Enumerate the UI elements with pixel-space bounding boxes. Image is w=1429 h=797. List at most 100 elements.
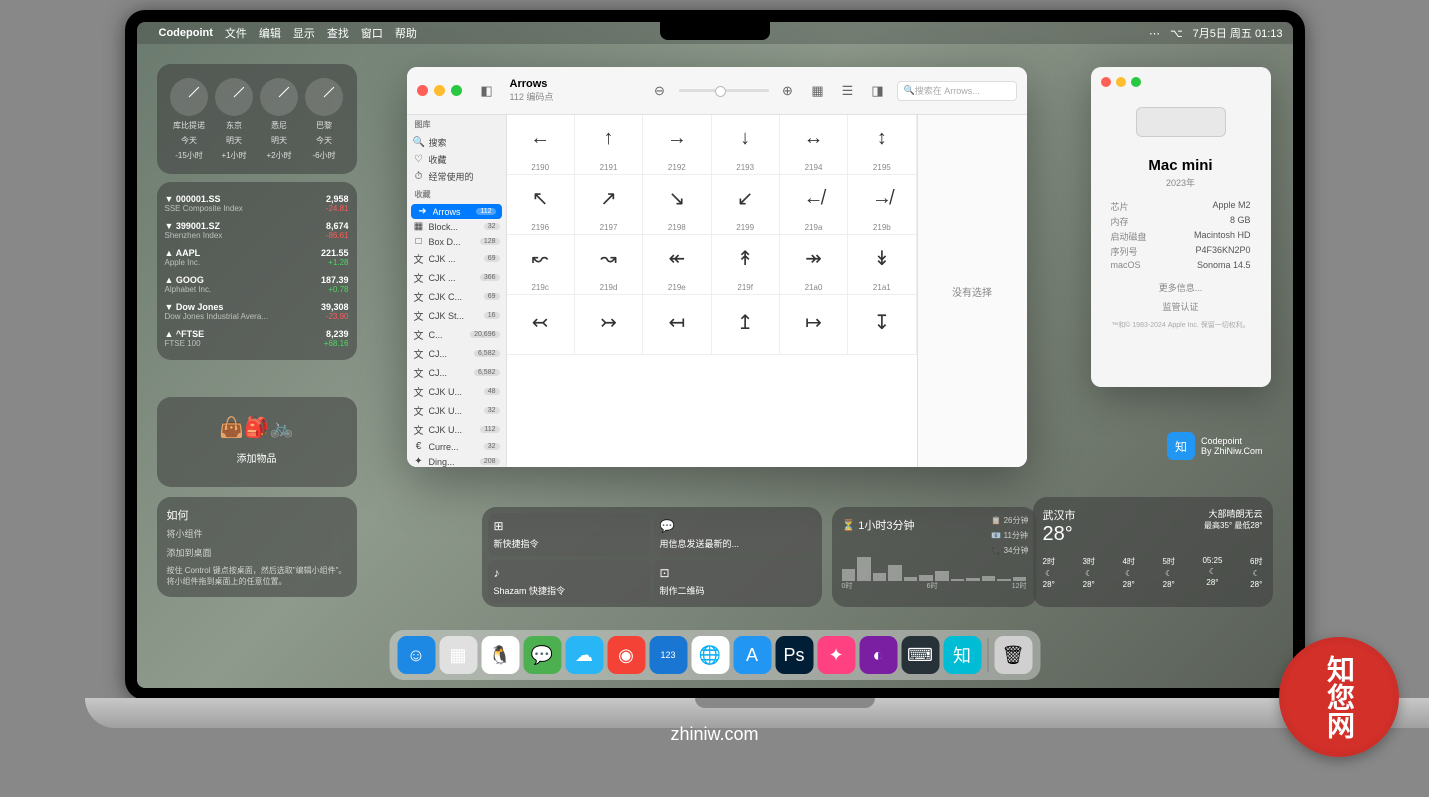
sidebar-item[interactable]: 文CJK ...366 <box>407 268 506 287</box>
sidebar-item[interactable]: ➜Arrows112 <box>411 204 502 219</box>
shortcut-tile[interactable]: 💬用信息发送最新的... <box>654 513 816 556</box>
glyph-cell[interactable]: ↤ <box>643 295 711 355</box>
dock-app[interactable]: ✦ <box>817 636 855 674</box>
maximize-button[interactable] <box>1131 77 1141 87</box>
glyph-cell[interactable]: ↣ <box>575 295 643 355</box>
list-view-icon[interactable]: ☰ <box>837 81 859 101</box>
dock-app[interactable]: 知 <box>943 636 981 674</box>
glyph-cell[interactable]: ↘2198 <box>643 175 711 235</box>
desktop-file-icon[interactable]: 知 Codepoint By ZhiNiw.Com <box>1167 432 1263 460</box>
minimize-button[interactable] <box>1116 77 1126 87</box>
dock-app[interactable]: ☺ <box>397 636 435 674</box>
widget-tips[interactable]: 如何 将小组件 添加到桌面 按住 Control 键点按桌面，然后选取"编辑小组… <box>157 497 357 597</box>
glyph-cell[interactable]: ↢ <box>507 295 575 355</box>
sidebar-item[interactable]: 文CJK U...32 <box>407 401 506 420</box>
control-center-icon[interactable]: ⌥ <box>1170 27 1183 40</box>
glyph-cell[interactable]: ↗2197 <box>575 175 643 235</box>
menubar-datetime[interactable]: 7月5日 周五 01:13 <box>1193 25 1283 41</box>
glyph-cell[interactable]: →2192 <box>643 115 711 175</box>
stock-row[interactable]: ▼ Dow JonesDow Jones Industrial Avera...… <box>165 298 349 325</box>
menu-help[interactable]: 帮助 <box>395 25 417 41</box>
dock-app[interactable]: ◐ <box>859 636 897 674</box>
glyph-cell[interactable]: ↥ <box>712 295 780 355</box>
stock-row[interactable]: ▲ GOOGAlphabet Inc. 187.39+0.78 <box>165 271 349 298</box>
glyph-cell[interactable]: ↦ <box>780 295 848 355</box>
glyph-cell[interactable]: ↔2194 <box>780 115 848 175</box>
glyph-cell[interactable]: ↜219c <box>507 235 575 295</box>
menu-view[interactable]: 显示 <box>293 25 315 41</box>
minimize-button[interactable] <box>434 85 445 96</box>
dock-app[interactable]: ◉ <box>607 636 645 674</box>
glyph-cell[interactable]: ↑2191 <box>575 115 643 175</box>
dock-trash[interactable]: 🗑 <box>994 636 1032 674</box>
dock-app[interactable]: 🐧 <box>481 636 519 674</box>
dock-app[interactable]: 123 <box>649 636 687 674</box>
close-button[interactable] <box>417 85 428 96</box>
sidebar-item[interactable]: □Box D...128 <box>407 234 506 249</box>
stock-row[interactable]: ▼ 000001.SSSSE Composite Index 2,958-24.… <box>165 190 349 217</box>
sidebar-item[interactable]: 文CJ...6,582 <box>407 344 506 363</box>
dock-app[interactable]: 💬 <box>523 636 561 674</box>
stock-row[interactable]: ▲ ^FTSEFTSE 100 8,239+68.16 <box>165 325 349 352</box>
glyph-cell[interactable]: ←2190 <box>507 115 575 175</box>
dock-app[interactable]: ☁ <box>565 636 603 674</box>
sidebar-item[interactable]: 文CJK U...112 <box>407 420 506 439</box>
sidebar-item[interactable]: ⏱经常使用的 <box>407 168 506 185</box>
zoom-in-icon[interactable]: ⊕ <box>777 81 799 101</box>
widget-stocks[interactable]: ▼ 000001.SSSSE Composite Index 2,958-24.… <box>157 182 357 360</box>
widget-weather[interactable]: 武汉市 28° 大部晴朗无云 最高35° 最低28° 2时☾28°3时☾28°4… <box>1033 497 1273 607</box>
widget-shortcuts[interactable]: ⊞新快捷指令💬用信息发送最新的...♪Shazam 快捷指令⊡制作二维码 <box>482 507 822 607</box>
glyph-cell[interactable]: ↟219f <box>712 235 780 295</box>
dock-app[interactable]: A <box>733 636 771 674</box>
stock-row[interactable]: ▼ 399001.SZShenzhen Index 8,674-86.61 <box>165 217 349 244</box>
sidebar-item[interactable]: 文C...20,696 <box>407 325 506 344</box>
sidebar-item[interactable]: €Curre...32 <box>407 439 506 454</box>
glyph-cell[interactable]: ↓2193 <box>712 115 780 175</box>
glyph-cell[interactable]: ↛219b <box>848 175 916 235</box>
sidebar-item[interactable]: 文CJK ...69 <box>407 249 506 268</box>
dock-app[interactable]: Ps <box>775 636 813 674</box>
close-button[interactable] <box>1101 77 1111 87</box>
maximize-button[interactable] <box>451 85 462 96</box>
sidebar-item[interactable]: ♡收藏 <box>407 151 506 168</box>
zoom-out-icon[interactable]: ⊖ <box>649 81 671 101</box>
menu-window[interactable]: 窗口 <box>361 25 383 41</box>
info-pane-toggle-icon[interactable]: ◨ <box>867 81 889 101</box>
glyph-cell[interactable]: ↚219a <box>780 175 848 235</box>
sidebar-item[interactable]: 文CJK St...16 <box>407 306 506 325</box>
sidebar-item[interactable]: ▦Block...32 <box>407 219 506 234</box>
dock-app[interactable]: 🌐 <box>691 636 729 674</box>
glyph-cell[interactable]: ↕2195 <box>848 115 916 175</box>
search-input[interactable]: 🔍 搜索在 Arrows... <box>897 81 1017 101</box>
widget-screen-time[interactable]: ⏳ 1小时3分钟 0时 6时 12时 📋 26分钟 📧 11分钟 📞 34分钟 <box>832 507 1037 607</box>
dock-app[interactable]: ▦ <box>439 636 477 674</box>
sidebar-item[interactable]: 文CJK C...69 <box>407 287 506 306</box>
widget-find-my[interactable]: 👜🎒🚲 添加物品 <box>157 397 357 487</box>
glyph-cell[interactable]: ↞219e <box>643 235 711 295</box>
glyph-cell[interactable]: ↖2196 <box>507 175 575 235</box>
sidebar-item[interactable]: 文CJ...6,582 <box>407 363 506 382</box>
more-info-button[interactable]: 更多信息... <box>1101 281 1261 294</box>
sidebar-toggle-icon[interactable]: ◧ <box>476 81 498 101</box>
shortcut-tile[interactable]: ♪Shazam 快捷指令 <box>488 560 650 603</box>
sidebar-item[interactable]: ✦Ding...208 <box>407 454 506 467</box>
regulatory-link[interactable]: 监管认证 <box>1101 300 1261 313</box>
size-slider[interactable] <box>679 89 769 92</box>
shortcut-tile[interactable]: ⊞新快捷指令 <box>488 513 650 556</box>
grid-view-icon[interactable]: ▦ <box>807 81 829 101</box>
shortcut-tile[interactable]: ⊡制作二维码 <box>654 560 816 603</box>
stock-row[interactable]: ▲ AAPLApple Inc. 221.55+1.28 <box>165 244 349 271</box>
menubar-app-name[interactable]: Codepoint <box>159 27 213 39</box>
menu-file[interactable]: 文件 <box>225 25 247 41</box>
sidebar-item[interactable]: 文CJK U...48 <box>407 382 506 401</box>
glyph-cell[interactable]: ↙2199 <box>712 175 780 235</box>
dock-app[interactable]: ⌨ <box>901 636 939 674</box>
menu-edit[interactable]: 编辑 <box>259 25 281 41</box>
widget-world-clock[interactable]: 库比提诺今天-15小时 东京明天+1小时 悉尼明天+2小时 巴黎今天-6小时 <box>157 64 357 174</box>
menu-find[interactable]: 查找 <box>327 25 349 41</box>
glyph-cell[interactable]: ↠21a0 <box>780 235 848 295</box>
glyph-cell[interactable]: ↡21a1 <box>848 235 916 295</box>
menubar-extra-icon[interactable]: ⋯ <box>1149 27 1160 40</box>
glyph-cell[interactable]: ↝219d <box>575 235 643 295</box>
sidebar-item[interactable]: 🔍搜索 <box>407 134 506 151</box>
